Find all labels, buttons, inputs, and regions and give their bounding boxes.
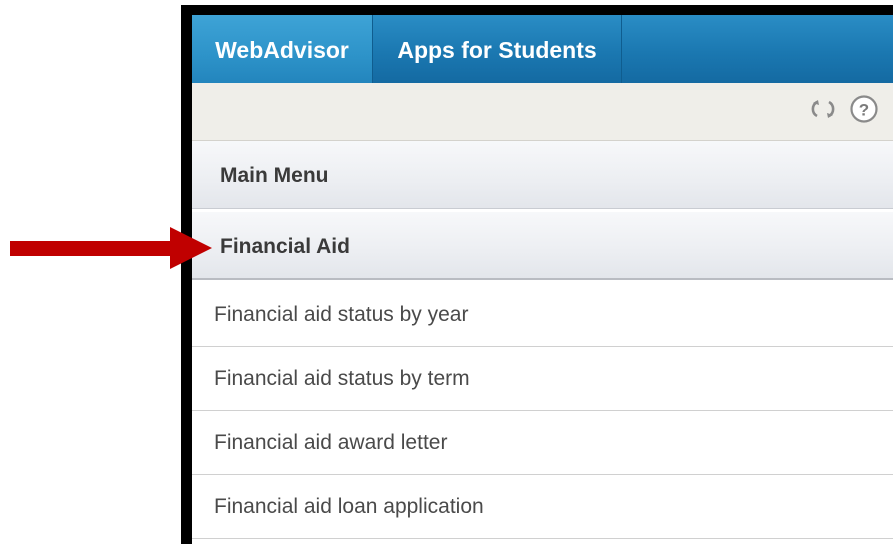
svg-text:?: ?	[859, 101, 869, 120]
toolbar: ?	[192, 83, 893, 141]
menu-item-status-by-year[interactable]: Financial aid status by year	[192, 283, 893, 347]
webadvisor-panel: WebAdvisor Apps for Students ? Main Menu	[192, 15, 893, 544]
financial-aid-header[interactable]: Financial Aid	[192, 212, 893, 280]
red-arrow-annotation	[10, 227, 212, 269]
tab-webadvisor[interactable]: WebAdvisor	[192, 15, 373, 83]
refresh-icon[interactable]	[808, 94, 838, 124]
tab-apps-for-students[interactable]: Apps for Students	[373, 15, 622, 83]
menu-item-status-by-term[interactable]: Financial aid status by term	[192, 347, 893, 411]
screenshot-stage: WebAdvisor Apps for Students ? Main Menu	[0, 0, 893, 544]
menu-item-loan-application[interactable]: Financial aid loan application	[192, 475, 893, 539]
help-icon[interactable]: ?	[849, 94, 879, 124]
tab-bar: WebAdvisor Apps for Students	[192, 15, 893, 83]
main-menu-header[interactable]: Main Menu	[192, 141, 893, 209]
menu-item-award-letter[interactable]: Financial aid award letter	[192, 411, 893, 475]
